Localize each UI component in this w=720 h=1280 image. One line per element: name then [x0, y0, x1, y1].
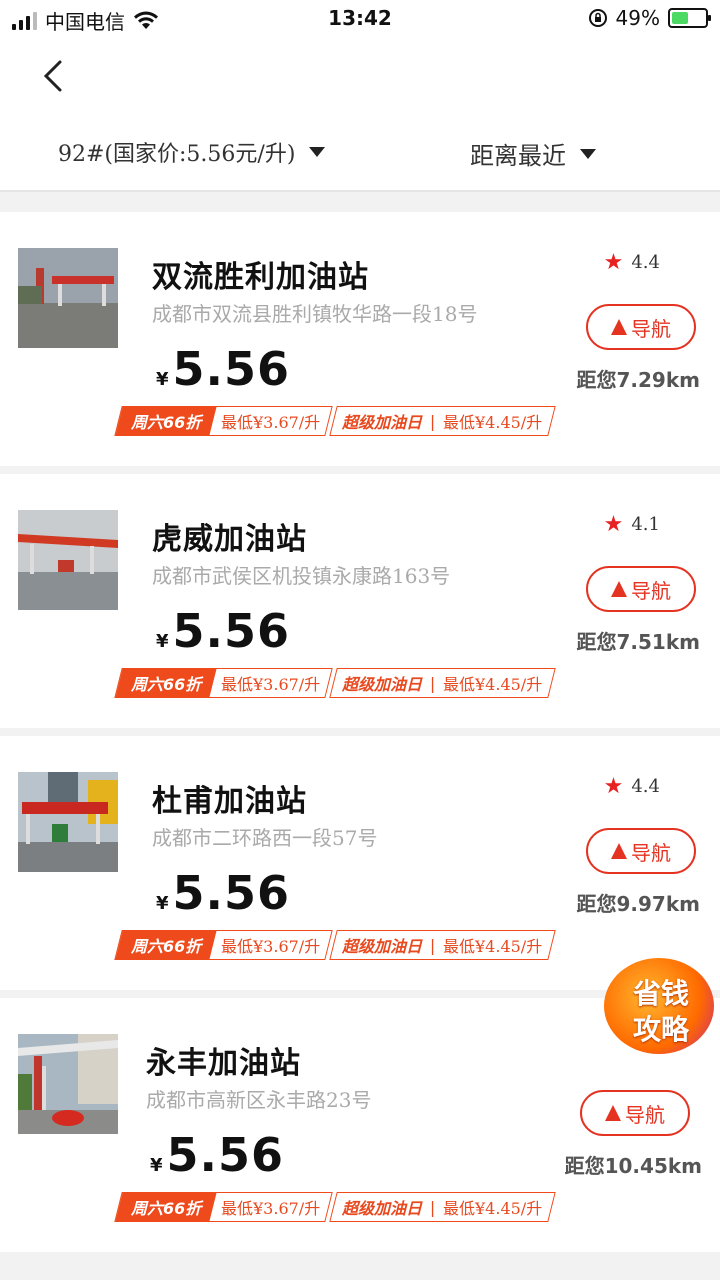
- station-distance: 距您9.97km: [576, 892, 701, 916]
- promo-label: 超级加油日: [342, 937, 423, 956]
- station-photo: [18, 248, 118, 348]
- station-rating: ★ 4.4: [604, 250, 660, 275]
- promo-label: 周六66折: [131, 937, 202, 956]
- station-photo: [18, 772, 118, 872]
- promo-tag-super-day: 超级加油日 | 最低¥4.45/升: [329, 1192, 556, 1222]
- station-photo: [18, 1034, 118, 1134]
- savings-guide-badge[interactable]: 省钱 攻略: [598, 950, 718, 1060]
- promo-tags: 周六66折 最低¥3.67/升 超级加油日 | 最低¥4.45/升: [114, 930, 556, 960]
- status-bar: 中国电信 13:42 49%: [0, 0, 720, 40]
- promo-separator: |: [430, 673, 436, 693]
- currency-symbol: ¥: [156, 893, 169, 914]
- price-value: 5.56: [172, 604, 291, 658]
- promo-tag-saturday: 周六66折 最低¥3.67/升: [114, 1192, 334, 1222]
- navigation-arrow-icon: [611, 843, 627, 859]
- promo-label: 超级加油日: [342, 1199, 423, 1218]
- navigate-button[interactable]: 导航: [586, 828, 696, 874]
- promo-tag-saturday: 周六66折 最低¥3.67/升: [114, 406, 334, 436]
- navigate-button[interactable]: 导航: [586, 304, 696, 350]
- navigate-label: 导航: [625, 1102, 665, 1127]
- orientation-lock-icon: [588, 9, 607, 27]
- caret-down-icon: [309, 147, 326, 157]
- station-photo: [18, 510, 118, 610]
- promo-value: 最低¥3.67/升: [221, 1199, 321, 1218]
- promo-value: 最低¥3.67/升: [221, 937, 321, 956]
- promo-tag-saturday: 周六66折 最低¥3.67/升: [114, 930, 334, 960]
- rating-value: 4.4: [631, 252, 660, 273]
- caret-down-icon: [580, 148, 596, 159]
- promo-label: 周六66折: [131, 1199, 202, 1218]
- promo-value: 最低¥4.45/升: [443, 1199, 544, 1218]
- navigation-arrow-icon: [605, 1105, 621, 1121]
- station-name: 虎威加油站: [152, 522, 307, 557]
- promo-separator: |: [430, 411, 436, 431]
- promo-tag-super-day: 超级加油日 | 最低¥4.45/升: [329, 406, 556, 436]
- station-card[interactable]: 双流胜利加油站 成都市双流县胜利镇牧华路一段18号 ¥ 5.56 ★ 4.4 导…: [0, 212, 720, 466]
- promo-tags: 周六66折 最低¥3.67/升 超级加油日 | 最低¥4.45/升: [114, 1192, 556, 1222]
- station-distance: 距您7.51km: [576, 630, 701, 654]
- battery-icon: [668, 8, 711, 28]
- price-value: 5.56: [166, 1128, 285, 1182]
- station-price: ¥ 5.56: [156, 866, 290, 920]
- station-distance: 距您7.29km: [576, 368, 701, 392]
- navigate-button[interactable]: 导航: [586, 566, 696, 612]
- price-value: 5.56: [172, 342, 291, 396]
- navigate-label: 导航: [631, 578, 671, 603]
- fuel-type-filter[interactable]: 92#(国家价:5.56元/升): [58, 136, 326, 168]
- promo-label: 超级加油日: [342, 675, 423, 694]
- navigation-arrow-icon: [611, 581, 627, 597]
- station-rating: ★ 4.4: [604, 774, 660, 799]
- promo-value: 最低¥3.67/升: [221, 675, 321, 694]
- promo-tags: 周六66折 最低¥3.67/升 超级加油日 | 最低¥4.45/升: [114, 668, 556, 698]
- promo-label: 周六66折: [131, 675, 202, 694]
- back-arrow-icon[interactable]: [36, 56, 76, 96]
- promo-tag-saturday: 周六66折 最低¥3.67/升: [114, 668, 334, 698]
- station-price: ¥ 5.56: [156, 342, 290, 396]
- station-address: 成都市武侯区机投镇永康路163号: [152, 564, 451, 588]
- currency-symbol: ¥: [150, 1155, 163, 1176]
- station-address: 成都市二环路西一段57号: [152, 826, 378, 850]
- battery-percent: 49%: [615, 6, 660, 30]
- promo-tags: 周六66折 最低¥3.67/升 超级加油日 | 最低¥4.45/升: [114, 406, 556, 436]
- fuel-type-label: 92#(国家价:5.56元/升): [58, 142, 296, 167]
- rating-value: 4.4: [631, 776, 660, 797]
- badge-line-1: 省钱: [632, 977, 689, 1010]
- navigate-button[interactable]: 导航: [580, 1090, 690, 1136]
- promo-tag-super-day: 超级加油日 | 最低¥4.45/升: [329, 930, 556, 960]
- station-rating: ★ 4.1: [604, 512, 660, 537]
- sort-filter[interactable]: 距离最近: [470, 136, 596, 171]
- status-right: 49%: [588, 6, 711, 30]
- station-card[interactable]: 虎威加油站 成都市武侯区机投镇永康路163号 ¥ 5.56 ★ 4.1 导航 距…: [0, 474, 720, 728]
- promo-value: 最低¥4.45/升: [443, 675, 544, 694]
- promo-value: 最低¥4.45/升: [443, 937, 544, 956]
- currency-symbol: ¥: [156, 369, 169, 390]
- station-address: 成都市双流县胜利镇牧华路一段18号: [152, 302, 478, 326]
- promo-value: 最低¥4.45/升: [443, 413, 544, 432]
- sort-label: 距离最近: [470, 142, 566, 170]
- currency-symbol: ¥: [156, 631, 169, 652]
- promo-value: 最低¥3.67/升: [221, 413, 321, 432]
- promo-label: 周六66折: [131, 413, 202, 432]
- station-distance: 距您10.45km: [564, 1154, 702, 1178]
- star-icon: ★: [603, 512, 624, 537]
- page-header: 92#(国家价:5.56元/升) 距离最近: [0, 40, 720, 192]
- navigate-label: 导航: [631, 316, 671, 341]
- promo-separator: |: [430, 935, 436, 955]
- promo-label: 超级加油日: [342, 413, 423, 432]
- navigate-label: 导航: [631, 840, 671, 865]
- star-icon: ★: [603, 250, 624, 275]
- promo-separator: |: [430, 1197, 436, 1217]
- star-icon: ★: [603, 774, 624, 799]
- navigation-arrow-icon: [611, 319, 627, 335]
- station-address: 成都市高新区永丰路23号: [146, 1088, 372, 1112]
- station-name: 杜甫加油站: [152, 784, 307, 819]
- promo-tag-super-day: 超级加油日 | 最低¥4.45/升: [329, 668, 556, 698]
- station-name: 双流胜利加油站: [152, 260, 369, 295]
- station-price: ¥ 5.56: [150, 1128, 284, 1182]
- station-name: 永丰加油站: [146, 1046, 301, 1081]
- station-price: ¥ 5.56: [156, 604, 290, 658]
- rating-value: 4.1: [631, 514, 660, 535]
- price-value: 5.56: [172, 866, 291, 920]
- badge-line-2: 攻略: [632, 1013, 689, 1046]
